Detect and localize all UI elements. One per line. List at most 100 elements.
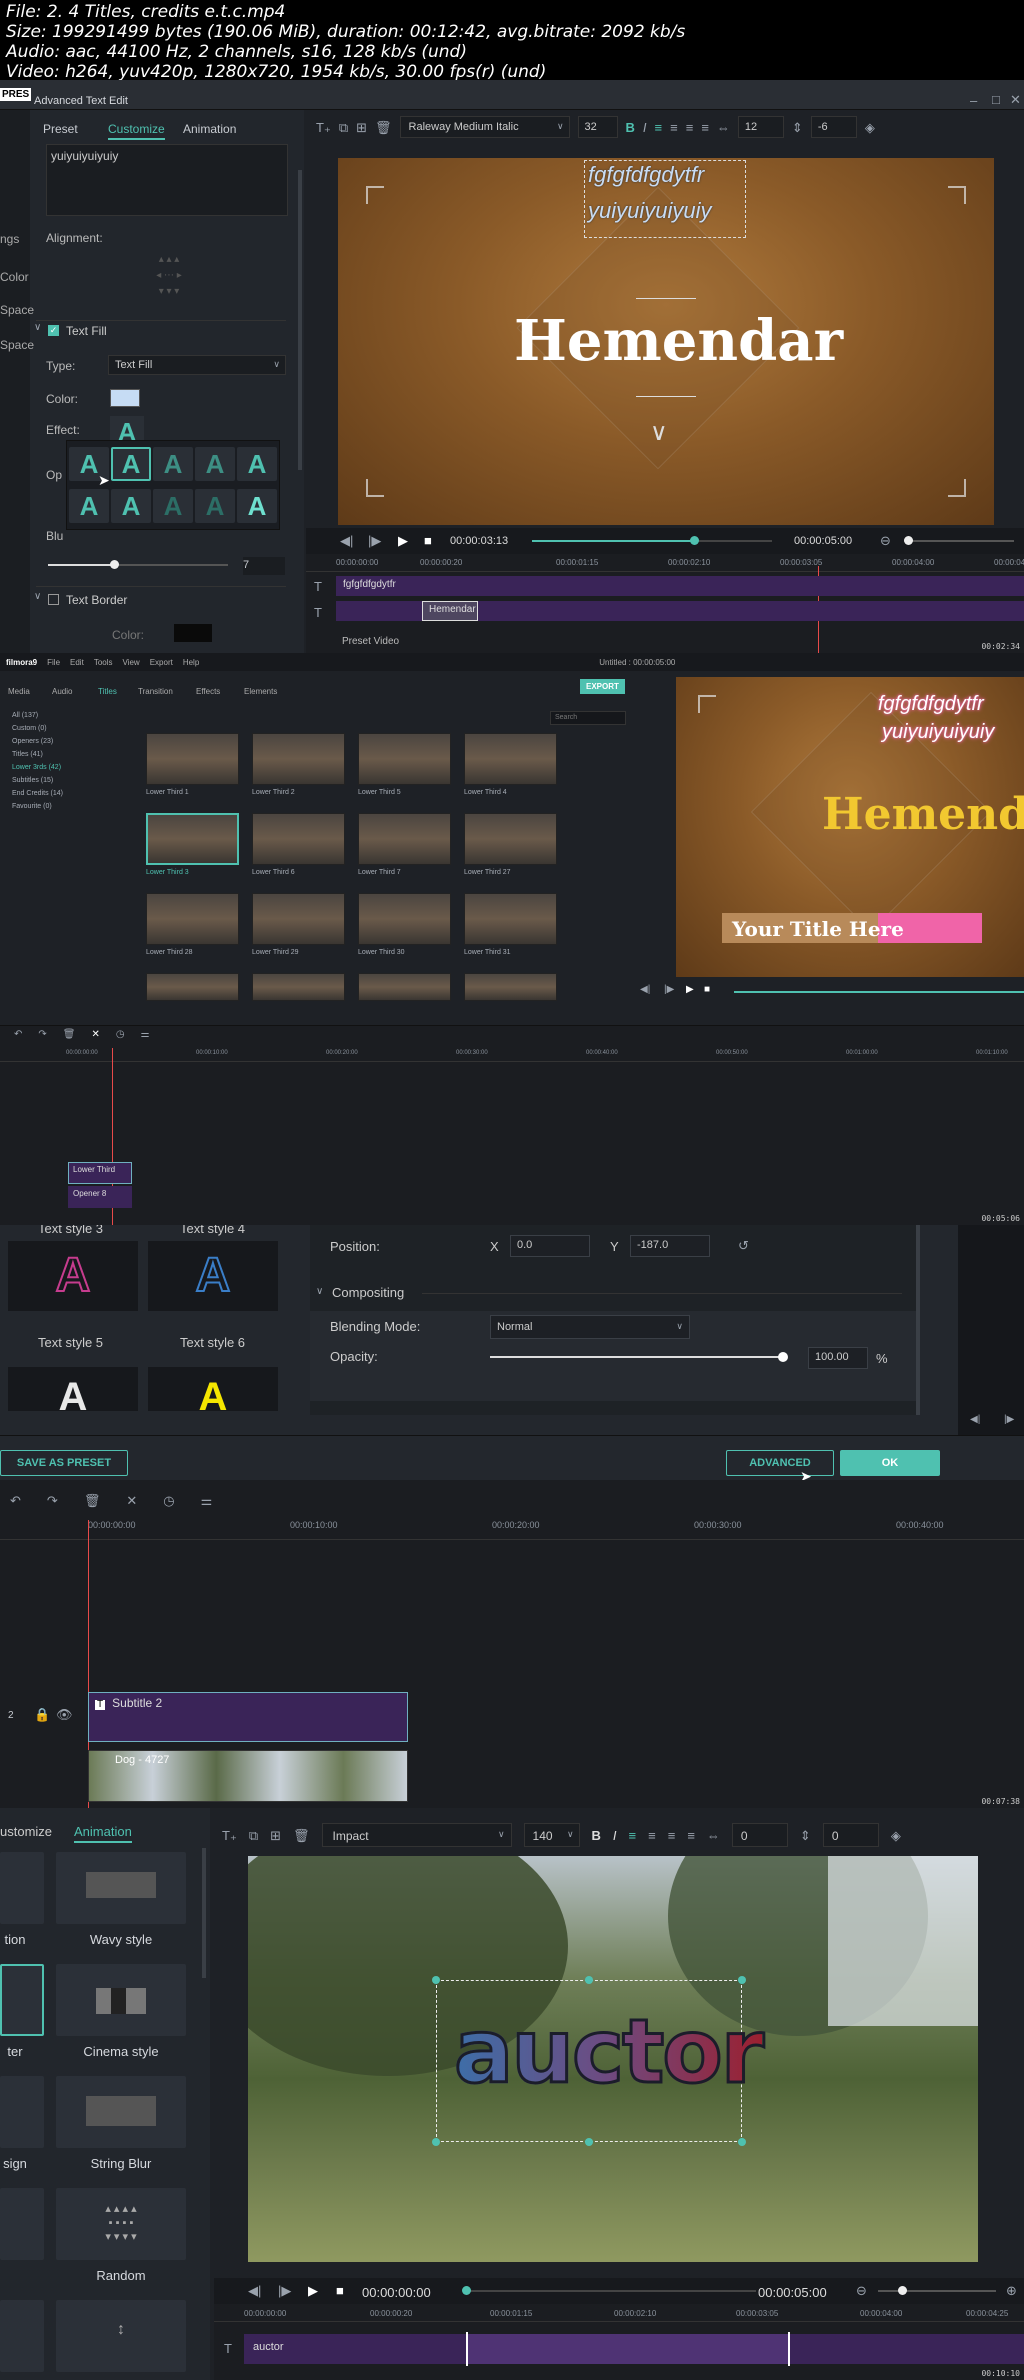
anim-tile[interactable] [0, 2076, 44, 2148]
redo-icon[interactable]: ↷ [38, 1030, 46, 1040]
category-item-selected[interactable]: Lower 3rds (42) [12, 761, 130, 774]
category-item[interactable]: All (137) [12, 709, 130, 722]
title-thumb[interactable] [252, 733, 345, 785]
handle[interactable] [738, 2138, 746, 2146]
category-item[interactable]: Openers (23) [12, 735, 130, 748]
undo-icon[interactable]: ↶ [14, 1030, 22, 1040]
title-thumb[interactable] [358, 893, 451, 945]
menu-edit[interactable]: Edit [70, 658, 84, 667]
opacity-input[interactable]: 100.00 [808, 1347, 868, 1369]
category-item[interactable]: Titles (41) [12, 748, 130, 761]
category-item[interactable]: Custom (0) [12, 722, 130, 735]
zoom-thumb[interactable] [898, 2286, 907, 2295]
blur-slider[interactable] [48, 560, 228, 569]
progress-thumb[interactable] [690, 536, 700, 545]
play-icon[interactable]: ▶ [308, 2284, 318, 2297]
menu-file[interactable]: File [47, 658, 60, 667]
selected-clip[interactable]: Hemendar [422, 601, 478, 621]
text-border-checkbox[interactable] [48, 594, 59, 605]
position-x-input[interactable]: 0.0 [510, 1235, 590, 1257]
panel-scrollbar[interactable] [298, 170, 302, 470]
step-forward-icon[interactable]: |▶ [368, 534, 381, 547]
align-center-icon[interactable]: ≡ [670, 121, 678, 134]
align-right-icon[interactable]: ≡ [686, 121, 694, 134]
advanced-button[interactable]: ADVANCED [726, 1450, 834, 1476]
handle[interactable] [432, 1976, 440, 1984]
opacity-slider[interactable] [490, 1352, 788, 1362]
trash-icon[interactable]: 🗑 [375, 121, 392, 134]
step-back-icon[interactable]: ◀| [640, 985, 650, 995]
style-tile[interactable]: A [148, 1241, 278, 1311]
category-item[interactable]: Favourite (0) [12, 800, 130, 813]
effect-tile[interactable]: A [153, 447, 193, 481]
anim-tile[interactable] [0, 2188, 44, 2260]
settings-icon[interactable]: ◈ [891, 1829, 901, 1842]
maximize-icon[interactable]: □ [992, 93, 1000, 106]
bold-icon[interactable]: B [626, 121, 635, 134]
step-forward-icon[interactable]: |▶ [1004, 1415, 1014, 1425]
tab-transition[interactable]: Transition [138, 687, 173, 696]
tab-effects[interactable]: Effects [196, 687, 220, 696]
step-back-icon[interactable]: ◀| [970, 1415, 980, 1425]
chevron-down-icon[interactable]: ∨ [316, 1287, 323, 1297]
step-forward-icon[interactable]: |▶ [664, 985, 674, 995]
title-thumb[interactable] [358, 733, 451, 785]
anim-tile-string-blur[interactable] [56, 2076, 186, 2148]
line-spacing-input[interactable]: 0 [822, 1823, 879, 1847]
category-item[interactable]: Subtitles (15) [12, 774, 130, 787]
preview-canvas[interactable]: fgfgfdfgdytfr yuiyuiyuiyuiy Hemendar ∨ [338, 158, 994, 525]
eye-icon[interactable]: 👁 [56, 1708, 73, 1721]
text-input-area[interactable]: yuiyuiyuiyuiy [46, 144, 288, 216]
redo-icon[interactable]: ↷ [47, 1494, 58, 1507]
tab-media[interactable]: Media [8, 687, 30, 696]
effect-tile[interactable]: A [69, 489, 109, 523]
tab-animation[interactable]: Animation [183, 122, 236, 136]
crop-icon[interactable]: ⧉ [339, 121, 348, 134]
stop-icon[interactable]: ■ [336, 2284, 344, 2297]
preview-progress[interactable] [734, 991, 1024, 993]
handle[interactable] [738, 1976, 746, 1984]
letter-spacing-input[interactable]: 0 [731, 1823, 788, 1847]
anim-tile-wavy[interactable] [56, 1852, 186, 1924]
justify-icon[interactable]: ≡ [701, 121, 709, 134]
handle[interactable] [585, 1976, 593, 1984]
play-icon[interactable]: ▶ [686, 985, 694, 995]
font-size-select[interactable]: 32 [577, 116, 618, 138]
anim-tile[interactable] [0, 2300, 44, 2372]
effect-tile[interactable]: A [195, 447, 235, 481]
chevron-down-icon[interactable]: ∨ [34, 323, 41, 333]
tab-audio[interactable]: Audio [52, 687, 72, 696]
effect-tile[interactable]: A [237, 447, 277, 481]
shape-icon[interactable]: ⊞ [270, 1829, 281, 1842]
font-size-select[interactable]: 140 ∨ [523, 1823, 580, 1847]
menu-view[interactable]: View [123, 658, 140, 667]
anim-tile-random[interactable]: ▴ ▴ ▴ ▴ ▪ ▪ ▪ ▪ ▾ ▾ ▾ ▾ [56, 2188, 186, 2260]
letter-spacing-input[interactable]: 12 [737, 116, 784, 138]
anim-tile-cinema[interactable] [56, 1964, 186, 2036]
effect-tile-selected[interactable]: A [111, 447, 151, 481]
tab-customize[interactable]: ustomize [0, 1824, 52, 1839]
zoom-thumb[interactable] [904, 536, 913, 545]
save-as-preset-button[interactable]: SAVE AS PRESET [0, 1450, 128, 1476]
title-thumb[interactable] [464, 813, 557, 865]
step-forward-icon[interactable]: |▶ [278, 2284, 291, 2297]
title-thumb[interactable] [464, 893, 557, 945]
title-thumb[interactable] [464, 973, 557, 1001]
trash-icon[interactable]: 🗑 [293, 1829, 310, 1842]
lock-icon[interactable]: 🔒 [34, 1708, 50, 1721]
step-back-icon[interactable]: ◀| [340, 534, 353, 547]
adjust-icon[interactable]: ⚌ [141, 1030, 150, 1040]
undo-icon[interactable]: ↶ [10, 1494, 21, 1507]
justify-icon[interactable]: ≡ [687, 1829, 695, 1842]
lower-third-clip[interactable]: Lower Third [68, 1162, 132, 1184]
zoom-in-icon[interactable]: ⊕ [1006, 2284, 1017, 2297]
progress-thumb[interactable] [462, 2286, 471, 2295]
video-clip[interactable]: Dog - 4727 [88, 1750, 408, 1802]
settings-scrollbar[interactable] [916, 1225, 920, 1415]
canvas-text-line2[interactable]: yuiyuiyuiyuiy [588, 198, 712, 224]
effect-tile[interactable]: A [237, 489, 277, 523]
blending-select[interactable]: Normal ∨ [490, 1315, 690, 1339]
trash-icon[interactable]: 🗑 [84, 1494, 101, 1507]
style-tile[interactable]: A [8, 1367, 138, 1411]
tab-elements[interactable]: Elements [244, 687, 277, 696]
